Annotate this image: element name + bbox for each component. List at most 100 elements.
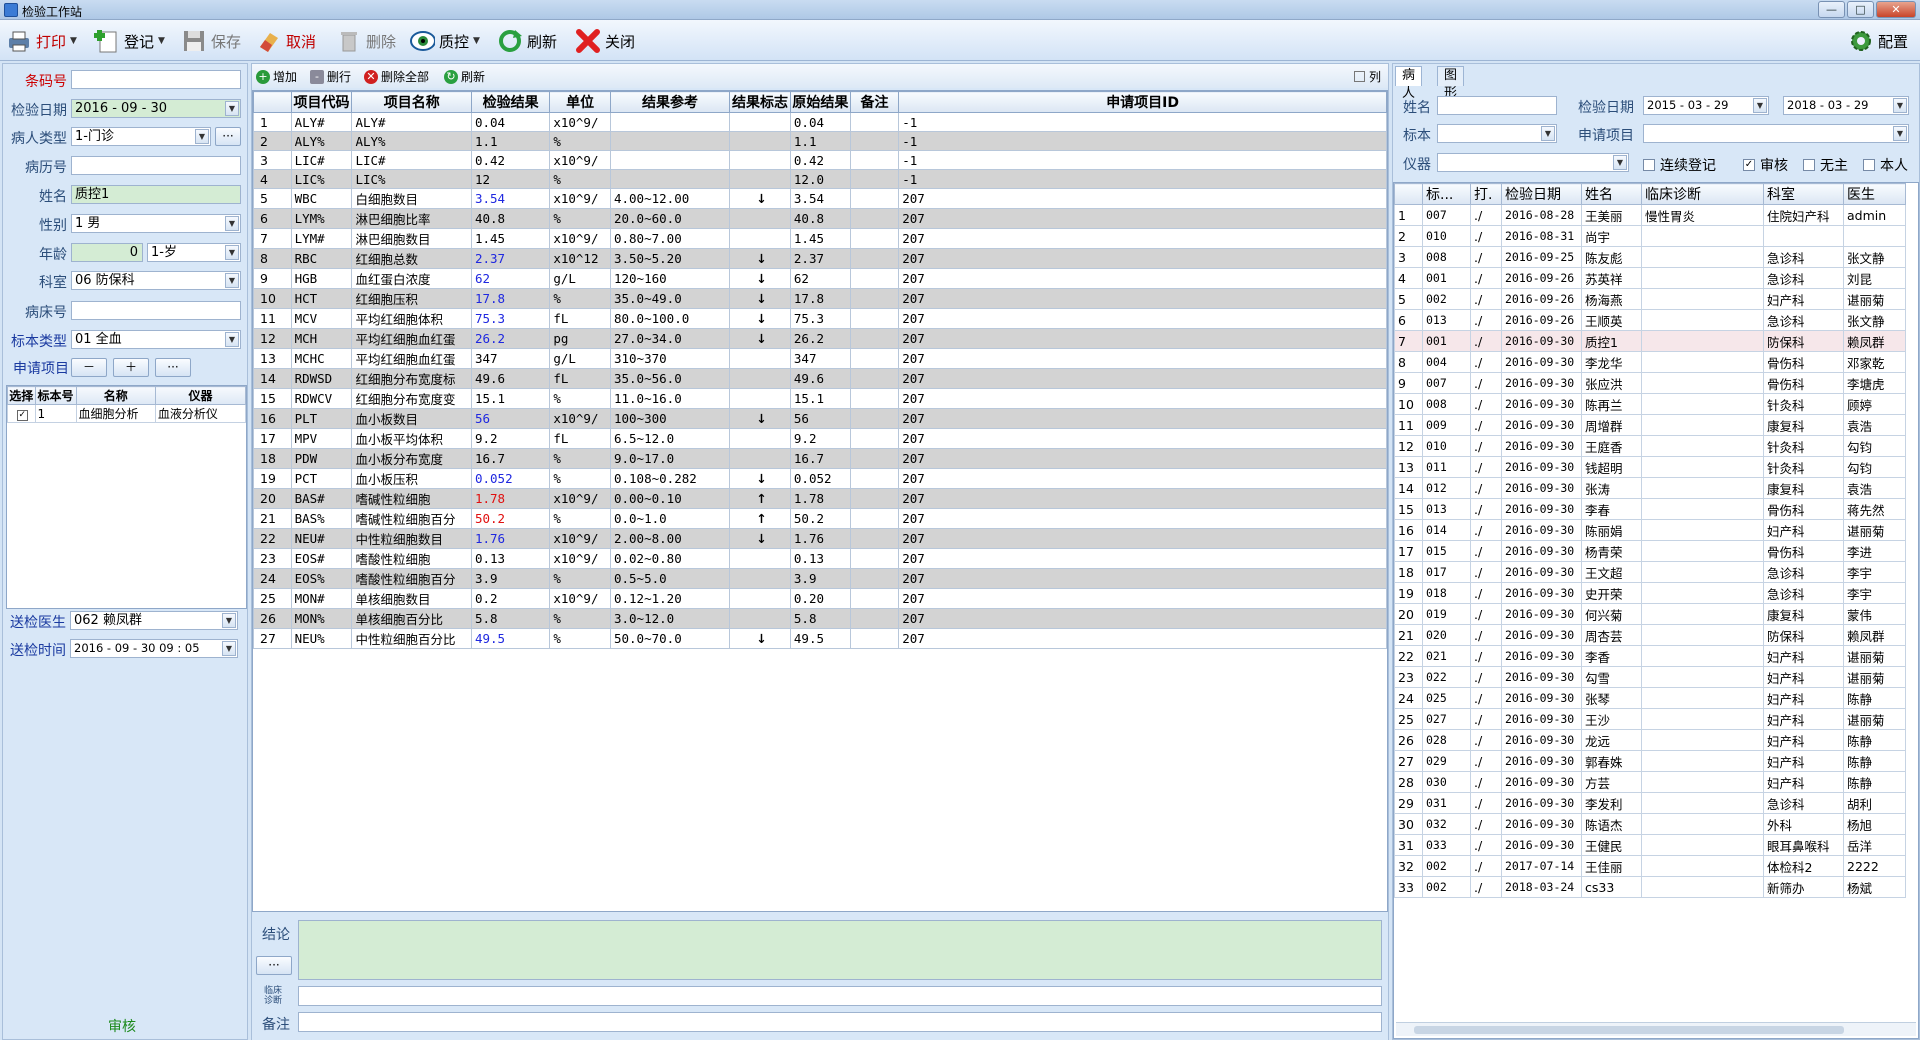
cell-name[interactable]: 红细胞分布宽度变 — [351, 388, 472, 409]
cell-id[interactable]: -1 — [898, 112, 1387, 132]
cell-raw[interactable]: 0.13 — [789, 548, 851, 569]
col-header[interactable] — [1394, 183, 1423, 205]
cell-unit[interactable]: % — [549, 288, 611, 309]
cell-id[interactable]: 207 — [898, 348, 1387, 369]
filter-apply-select[interactable]: ▼ — [1643, 124, 1909, 143]
cell-name[interactable]: 单核细胞数目 — [351, 588, 472, 609]
cell-p[interactable]: ./ — [1470, 204, 1502, 226]
cell-name[interactable]: 中性粒细胞数目 — [351, 528, 472, 549]
cell-doc[interactable]: 袁浩 — [1843, 477, 1906, 499]
refresh-grid-button[interactable]: ↻ 刷新 — [444, 68, 485, 85]
cell-doc[interactable]: admin — [1843, 204, 1906, 226]
cell-diag[interactable] — [1641, 876, 1764, 898]
cell-code[interactable]: NEU% — [290, 628, 353, 649]
filter-name-input[interactable] — [1437, 96, 1557, 115]
cell-unit[interactable]: x10^9/ — [549, 228, 611, 249]
cell-flag[interactable]: ↓ — [729, 408, 791, 429]
cell-flag[interactable]: ↓ — [729, 268, 791, 289]
test-date-field[interactable]: 2016 - 09 - 30 ▼ — [71, 99, 241, 118]
cell-d[interactable]: 2016-09-30 — [1501, 813, 1582, 835]
col-header[interactable]: 仪器 — [154, 386, 247, 405]
cell-id[interactable]: 207 — [898, 248, 1387, 269]
cell-no[interactable]: 007 — [1422, 204, 1471, 226]
cell-unit[interactable]: x10^9/ — [549, 150, 611, 170]
cell-d[interactable]: 2016-09-30 — [1501, 330, 1582, 352]
cell-name[interactable]: 钱超明 — [1581, 456, 1642, 478]
cell-no[interactable]: 001 — [1422, 267, 1471, 289]
conclusion-textarea[interactable] — [298, 920, 1382, 980]
result-row[interactable]: 16 PLT 血小板数目 56 x10^9/100~300 ↓ 56 207 — [253, 408, 1387, 429]
patient-row[interactable]: 9 007 ./2016-09-30 张应洪 骨伤科 李塘虎 — [1394, 372, 1906, 394]
cell-res[interactable]: 17.8 — [470, 288, 551, 309]
cell-raw[interactable]: 26.2 — [789, 328, 851, 349]
chevron-down-icon[interactable]: ▼ — [1541, 126, 1555, 141]
cell-note[interactable] — [849, 288, 900, 309]
age-unit-select[interactable]: 1-岁 ▼ — [147, 243, 241, 262]
cell-id[interactable]: 207 — [898, 368, 1387, 389]
cell-note[interactable] — [849, 308, 900, 329]
patient-row[interactable]: 17 015 ./2016-09-30 杨青荣 骨伤科 李进 — [1394, 540, 1906, 562]
cell-diag[interactable]: 慢性胃炎 — [1641, 204, 1764, 226]
cell-no[interactable]: 018 — [1422, 582, 1471, 604]
barcode-input[interactable] — [71, 70, 241, 89]
patient-row[interactable]: 31 033 ./2016-09-30 王健民 眼耳鼻喉科 岳洋 — [1394, 834, 1906, 856]
cell-ref[interactable]: 11.0~16.0 — [609, 388, 731, 409]
cell-note[interactable] — [849, 528, 900, 549]
cell-dept[interactable]: 妇产科 — [1763, 771, 1844, 793]
patient-row[interactable]: 18 017 ./2016-09-30 王文超 急诊科 李宇 — [1394, 561, 1906, 583]
result-row[interactable]: 25 MON# 单核细胞数目 0.2 x10^9/0.12~1.20 0.20 207 — [253, 588, 1387, 609]
result-row[interactable]: 20 BAS# 嗜碱性粒细胞 1.78 x10^9/0.00~0.10 ↑ 1.78 207 — [253, 488, 1387, 509]
cell-p[interactable]: ./ — [1470, 666, 1502, 688]
cell-note[interactable] — [849, 388, 900, 409]
cell-diag[interactable] — [1641, 708, 1764, 730]
cell-res[interactable]: 40.8 — [470, 208, 551, 229]
tab-graph[interactable]: 图形 — [1437, 66, 1465, 101]
cell-name[interactable]: 龙远 — [1581, 729, 1642, 751]
cell-p[interactable]: ./ — [1470, 309, 1502, 331]
result-row[interactable]: 3 LIC# LIC# 0.42 x10^9/0.42 -1 — [253, 150, 1387, 170]
cancel-button[interactable]: 取消 — [256, 26, 316, 56]
col-header[interactable]: 申请项目ID — [898, 91, 1387, 113]
cell-p[interactable]: ./ — [1470, 624, 1502, 646]
cell-name[interactable]: 杨海燕 — [1581, 288, 1642, 310]
cell-name[interactable]: 王庭香 — [1581, 435, 1642, 457]
cell-d[interactable]: 2016-09-30 — [1501, 834, 1582, 856]
cell-res[interactable]: 75.3 — [470, 308, 551, 329]
cell-id[interactable]: 207 — [898, 448, 1387, 469]
cell-dept[interactable]: 急诊科 — [1763, 582, 1844, 604]
cell-res[interactable]: 1.1 — [470, 131, 551, 151]
cell-raw[interactable]: 2.37 — [789, 248, 851, 269]
cell-name[interactable]: 周增群 — [1581, 414, 1642, 436]
qc-button[interactable]: 质控 ▼ — [409, 26, 480, 56]
cell-note[interactable] — [849, 112, 900, 132]
cell-d[interactable]: 2016-09-30 — [1501, 456, 1582, 478]
cell-res[interactable]: 26.2 — [470, 328, 551, 349]
cell-flag[interactable]: ↓ — [729, 328, 791, 349]
cell-dept[interactable]: 急诊科 — [1763, 792, 1844, 814]
cell-no[interactable]: 010 — [1422, 225, 1471, 247]
cell-diag[interactable] — [1641, 729, 1764, 751]
filter-sample-select[interactable]: ▼ — [1437, 124, 1557, 143]
cell-no[interactable]: 008 — [1422, 393, 1471, 415]
cell-id[interactable]: 207 — [898, 548, 1387, 569]
col-header[interactable]: 项目名称 — [351, 91, 472, 113]
doctor-select[interactable]: 062 赖凤群 ▼ — [70, 611, 238, 630]
cell-note[interactable] — [849, 368, 900, 389]
cell-name[interactable]: 方芸 — [1581, 771, 1642, 793]
cell-d[interactable]: 2016-08-28 — [1501, 204, 1582, 226]
delete-all-button[interactable]: ✕ 删除全部 — [364, 68, 429, 85]
cell-name[interactable]: 单核细胞百分比 — [351, 608, 472, 629]
cell-flag[interactable] — [729, 208, 791, 229]
cell-res[interactable]: 0.13 — [470, 548, 551, 569]
config-button[interactable]: 配置 — [1848, 26, 1908, 56]
result-row[interactable]: 24 EOS% 嗜酸性粒细胞百分 3.9% 0.5~5.0 3.9 207 — [253, 568, 1387, 589]
cell-ref[interactable]: 0.12~1.20 — [609, 588, 731, 609]
cell-name[interactable]: 王佳丽 — [1581, 855, 1642, 877]
cell-code[interactable]: MON# — [290, 588, 353, 609]
cell-note[interactable] — [849, 588, 900, 609]
cell-ref[interactable]: 27.0~34.0 — [609, 328, 731, 349]
cell-dept[interactable]: 骨伤科 — [1763, 372, 1844, 394]
result-row[interactable]: 14 RDWSD 红细胞分布宽度标 49.6 fL 35.0~56.0 49.6 207 — [253, 368, 1387, 389]
cell-name[interactable]: 陈语杰 — [1581, 813, 1642, 835]
cell-unit[interactable]: fL — [549, 368, 611, 389]
